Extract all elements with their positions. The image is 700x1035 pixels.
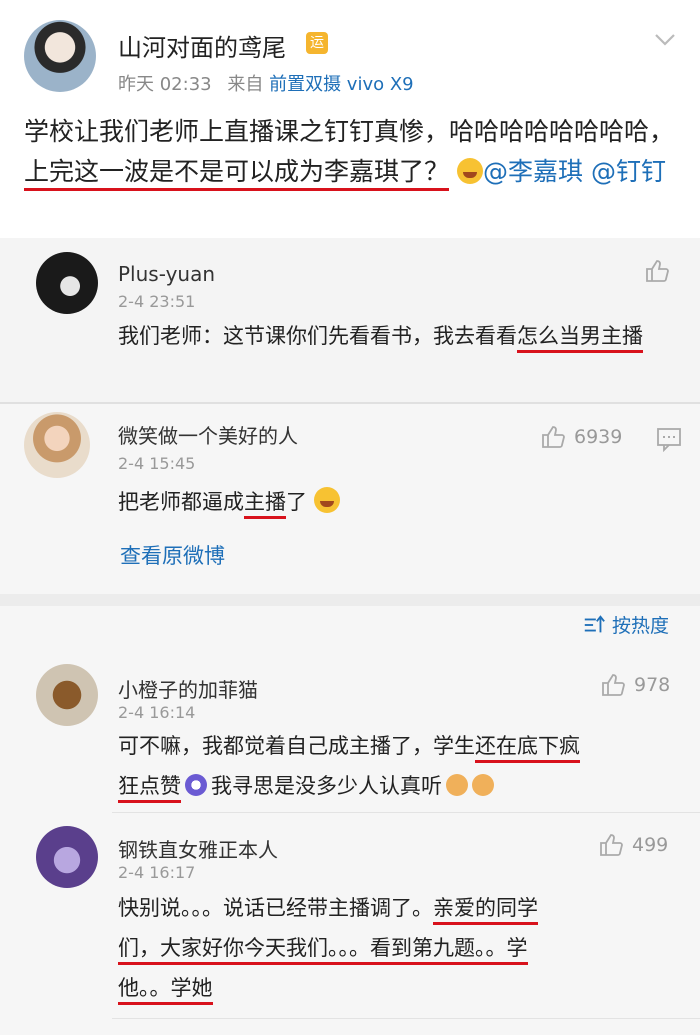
comment-text-underlined: 怎么当男主播 — [517, 324, 643, 353]
comment-text-part: 我寻思是没多少人认真听 — [211, 774, 442, 798]
thumbs-up-icon — [542, 426, 565, 448]
commenter-avatar[interactable] — [36, 664, 98, 726]
commenter-name[interactable]: 小橙子的加菲猫 — [118, 674, 258, 703]
like-count: 6939 — [574, 426, 623, 448]
comment-text-part: 可不嘛，我都觉着自己成主播了，学生 — [118, 734, 475, 758]
comment-text-underlined: 主播 — [244, 490, 286, 519]
comment-text: 可不嘛，我都觉着自己成主播了，学生还在底下疯 狂点赞 我寻思是没多少人认真听 — [118, 726, 678, 806]
thumbs-up-icon[interactable] — [644, 258, 670, 284]
view-original-link[interactable]: 查看原微博 — [120, 540, 225, 570]
comment-text: 快别说。。。说话已经带主播调了。亲爱的同学 们，大家好你今天我们。。。看到第九题… — [118, 888, 678, 1008]
weibo-post: 山河对面的鸢尾 运 昨天 02:33 来自 前置双摄 vivo X9 学校让我们… — [0, 0, 700, 238]
sort-label: 按热度 — [612, 615, 670, 637]
like-count: 499 — [632, 834, 669, 856]
comment-text-part: 我们老师：这节课你们先看看书，我去看看 — [118, 324, 517, 348]
post-text-part: 学校让我们老师上直播课之钉钉真惨，哈哈哈哈哈哈哈哈， — [24, 117, 675, 146]
comment-text: 我们老师：这节课你们先看看书，我去看看怎么当男主播 — [118, 316, 678, 356]
laughing-tears-emoji-icon — [456, 158, 483, 184]
sort-button[interactable]: 按热度 — [582, 611, 669, 638]
divider — [112, 1018, 700, 1019]
membership-badge: 运 — [306, 32, 328, 54]
mention-dingding[interactable]: @钉钉 — [591, 157, 666, 186]
inline-comment-1: Plus-yuan 2-4 23:51 我们老师：这节课你们先看看书，我去看看怎… — [0, 238, 700, 402]
thumbs-up-icon — [602, 674, 625, 696]
inline-comment-2: 微笑做一个美好的人 2-4 15:45 6939 把老师都逼成主播了 — [0, 404, 700, 594]
cat-emoji-icon — [446, 774, 468, 796]
post-source-prefix: 来自 — [227, 74, 264, 95]
post-text: 学校让我们老师上直播课之钉钉真惨，哈哈哈哈哈哈哈哈， 上完这一波是不是可以成为李嘉… — [24, 112, 679, 192]
comment-text-underlined: 亲爱的同学 — [433, 896, 538, 925]
thumbs-up-icon — [600, 834, 623, 856]
comment-time: 2-4 16:14 — [118, 703, 196, 722]
comment-icon[interactable] — [656, 426, 682, 452]
comment-text: 把老师都逼成主播了 — [118, 482, 340, 522]
divider — [112, 812, 700, 813]
commenter-avatar[interactable] — [24, 412, 90, 478]
sort-icon — [584, 614, 605, 632]
comment-time: 2-4 23:51 — [118, 292, 196, 311]
mention-lijiaqi[interactable]: @李嘉琪 — [483, 157, 583, 186]
post-author-avatar[interactable] — [24, 20, 96, 92]
post-time: 昨天 02:33 — [118, 74, 212, 95]
section-gap — [0, 594, 700, 606]
laughing-tears-emoji-icon — [313, 487, 340, 513]
commenter-name[interactable]: 钢铁直女雅正本人 — [118, 834, 278, 863]
post-text-underlined: 上完这一波是不是可以成为李嘉琪了？ — [24, 157, 450, 191]
commenter-avatar[interactable] — [36, 826, 98, 888]
commenter-name[interactable]: 微笑做一个美好的人 — [118, 420, 298, 449]
crying-emoji-icon — [185, 774, 207, 796]
comment-text-underlined: 狂点赞 — [118, 774, 181, 803]
like-button[interactable]: 499 — [598, 832, 668, 858]
cat-emoji-icon — [472, 774, 494, 796]
post-source[interactable]: 前置双摄 vivo X9 — [269, 74, 414, 95]
comment-text-underlined: 们，大家好你今天我们。。。看到第九题。。学 — [118, 936, 528, 965]
comment-time: 2-4 16:17 — [118, 863, 196, 882]
comment-text-underlined: 还在底下疯 — [475, 734, 580, 763]
like-button[interactable]: 6939 — [540, 424, 622, 450]
like-count: 978 — [634, 674, 671, 696]
commenter-avatar[interactable] — [36, 252, 98, 314]
commenter-name[interactable]: Plus-yuan — [118, 262, 215, 286]
comment-text-part: 把老师都逼成 — [118, 490, 244, 514]
comment-text-underlined: 他。。学她 — [118, 976, 213, 1005]
comment-time: 2-4 15:45 — [118, 454, 196, 473]
comment-text-part: 快别说。。。说话已经带主播调了。 — [118, 896, 433, 920]
chevron-down-icon[interactable] — [652, 26, 678, 52]
post-author-name[interactable]: 山河对面的鸢尾 — [118, 28, 286, 63]
post-meta: 昨天 02:33 来自 前置双摄 vivo X9 — [118, 70, 414, 96]
like-button[interactable]: 978 — [600, 672, 670, 698]
comment-text-part: 了 — [286, 490, 307, 514]
